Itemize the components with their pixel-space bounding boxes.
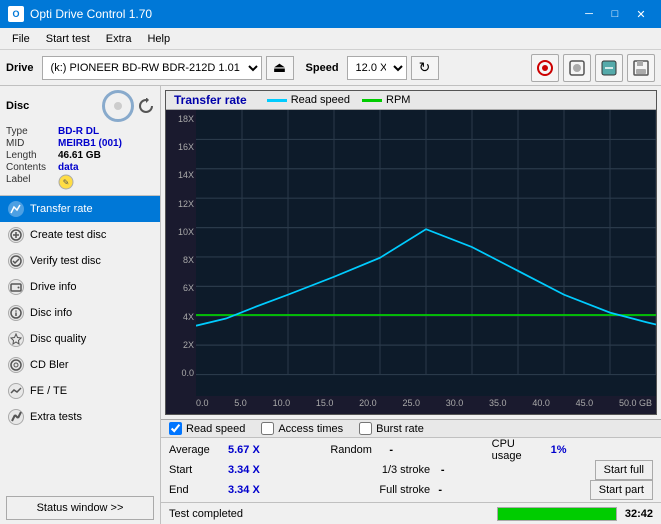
app-title: Opti Drive Control 1.70 bbox=[30, 7, 577, 21]
legend-color-read bbox=[267, 99, 287, 102]
chart-grid bbox=[196, 110, 656, 396]
minimize-button[interactable]: ─ bbox=[577, 4, 601, 24]
svg-text:✎: ✎ bbox=[63, 178, 70, 187]
action-btn-3[interactable] bbox=[595, 54, 623, 82]
main-area: Disc Type BD-R DL MID MEIRB1 (001) Lengt… bbox=[0, 86, 661, 524]
speed-label: Speed bbox=[306, 62, 339, 74]
checkbox-row: Read speed Access times Burst rate bbox=[161, 419, 661, 437]
stats-row-3: End 3.34 X Full stroke - Start part bbox=[169, 480, 653, 500]
statusbar: Test completed 32:42 bbox=[161, 502, 661, 524]
stat-cpu: CPU usage 1% bbox=[492, 438, 653, 462]
disc-title: Disc bbox=[6, 100, 29, 112]
chart-header: Transfer rate Read speed RPM bbox=[166, 91, 656, 110]
disc-contents-row: Contents data bbox=[6, 162, 154, 173]
sidebar-item-create-test-disc[interactable]: Create test disc bbox=[0, 222, 160, 248]
drive-label: Drive bbox=[6, 62, 34, 74]
window-controls: ─ □ ✕ bbox=[577, 4, 653, 24]
menu-help[interactable]: Help bbox=[139, 31, 178, 47]
action-btn-1[interactable] bbox=[531, 54, 559, 82]
stat-start-part-spacer: Start part bbox=[590, 480, 653, 500]
sidebar-item-transfer-rate[interactable]: Transfer rate bbox=[0, 196, 160, 222]
stats-area: Average 5.67 X Random - CPU usage 1% Sta… bbox=[161, 437, 661, 502]
disc-length-row: Length 46.61 GB bbox=[6, 150, 154, 161]
menu-extra[interactable]: Extra bbox=[98, 31, 140, 47]
chart-svg bbox=[196, 110, 656, 396]
maximize-button[interactable]: □ bbox=[603, 4, 627, 24]
sidebar-item-drive-info[interactable]: Drive info bbox=[0, 274, 160, 300]
transfer-rate-icon bbox=[8, 201, 24, 217]
cd-bler-icon bbox=[8, 357, 24, 373]
menubar: File Start test Extra Help bbox=[0, 28, 661, 50]
sidebar-item-disc-info[interactable]: Disc info bbox=[0, 300, 160, 326]
stat-start: Start 3.34 X bbox=[169, 464, 382, 476]
chart-body: 18X 16X 14X 12X 10X 8X 6X 4X 2X 0.0 bbox=[166, 110, 656, 396]
start-full-button[interactable]: Start full bbox=[595, 460, 653, 480]
progress-bar bbox=[497, 507, 617, 521]
stat-1-3-stroke: 1/3 stroke - bbox=[382, 464, 595, 476]
sidebar: Disc Type BD-R DL MID MEIRB1 (001) Lengt… bbox=[0, 86, 161, 524]
legend-read-speed: Read speed bbox=[267, 94, 350, 106]
chart-area: Transfer rate Read speed RPM 18X 16X 14X… bbox=[165, 90, 657, 415]
time-display: 32:42 bbox=[625, 508, 653, 520]
refresh-icon bbox=[138, 98, 154, 114]
cb-access-times-input[interactable] bbox=[261, 422, 274, 435]
disc-icon bbox=[102, 90, 134, 122]
nav-items: Transfer rate Create test disc Verify te… bbox=[0, 196, 160, 492]
app-icon: O bbox=[8, 6, 24, 22]
titlebar: O Opti Drive Control 1.70 ─ □ ✕ bbox=[0, 0, 661, 28]
drive-select[interactable]: (k:) PIONEER BD-RW BDR-212D 1.01 bbox=[42, 56, 262, 80]
disc-info-icon bbox=[8, 305, 24, 321]
legend-rpm: RPM bbox=[362, 94, 410, 106]
menu-file[interactable]: File bbox=[4, 31, 38, 47]
stat-random: Random - bbox=[330, 444, 491, 456]
cb-read-speed: Read speed bbox=[169, 422, 245, 435]
create-test-icon bbox=[8, 227, 24, 243]
disc-mid-row: MID MEIRB1 (001) bbox=[6, 138, 154, 149]
stat-full-stroke: Full stroke - bbox=[379, 484, 589, 496]
label-icon: ✎ bbox=[58, 174, 74, 190]
stat-start-full-spacer: Start full bbox=[595, 460, 653, 480]
sidebar-item-verify-test-disc[interactable]: Verify test disc bbox=[0, 248, 160, 274]
disc-quality-icon bbox=[8, 331, 24, 347]
cb-read-speed-input[interactable] bbox=[169, 422, 182, 435]
disc-label-row: Label ✎ bbox=[6, 174, 154, 190]
close-button[interactable]: ✕ bbox=[629, 4, 653, 24]
status-text: Test completed bbox=[169, 508, 489, 520]
eject-button[interactable]: ⏏ bbox=[266, 56, 294, 80]
refresh-button[interactable]: ↻ bbox=[411, 56, 439, 80]
fe-te-icon bbox=[8, 383, 24, 399]
sidebar-item-cd-bler[interactable]: CD Bler bbox=[0, 352, 160, 378]
menu-start-test[interactable]: Start test bbox=[38, 31, 98, 47]
disc-panel: Disc Type BD-R DL MID MEIRB1 (001) Lengt… bbox=[0, 86, 160, 196]
sidebar-item-fe-te[interactable]: FE / TE bbox=[0, 378, 160, 404]
y-axis: 18X 16X 14X 12X 10X 8X 6X 4X 2X 0.0 bbox=[166, 110, 196, 396]
start-part-button[interactable]: Start part bbox=[590, 480, 653, 500]
stat-end: End 3.34 X bbox=[169, 484, 379, 496]
x-axis: 0.0 5.0 10.0 15.0 20.0 25.0 30.0 35.0 40… bbox=[166, 396, 656, 414]
cb-burst-rate-input[interactable] bbox=[359, 422, 372, 435]
stats-row-1: Average 5.67 X Random - CPU usage 1% bbox=[169, 440, 653, 460]
stat-average: Average 5.67 X bbox=[169, 444, 330, 456]
verify-icon bbox=[8, 253, 24, 269]
sidebar-item-disc-quality[interactable]: Disc quality bbox=[0, 326, 160, 352]
status-window-button[interactable]: Status window >> bbox=[6, 496, 154, 520]
speed-select[interactable]: 12.0 X bbox=[347, 56, 407, 80]
stats-row-2: Start 3.34 X 1/3 stroke - Start full bbox=[169, 460, 653, 480]
chart-title: Transfer rate bbox=[174, 93, 247, 107]
progress-fill bbox=[498, 508, 616, 520]
drive-info-icon bbox=[8, 279, 24, 295]
sidebar-item-extra-tests[interactable]: Extra tests bbox=[0, 404, 160, 430]
toolbar: Drive (k:) PIONEER BD-RW BDR-212D 1.01 ⏏… bbox=[0, 50, 661, 86]
cb-burst-rate: Burst rate bbox=[359, 422, 424, 435]
save-button[interactable] bbox=[627, 54, 655, 82]
legend-color-rpm bbox=[362, 99, 382, 102]
disc-type-row: Type BD-R DL bbox=[6, 126, 154, 137]
action-btn-2[interactable] bbox=[563, 54, 591, 82]
cb-access-times: Access times bbox=[261, 422, 343, 435]
content-area: Transfer rate Read speed RPM 18X 16X 14X… bbox=[161, 86, 661, 524]
extra-tests-icon bbox=[8, 409, 24, 425]
